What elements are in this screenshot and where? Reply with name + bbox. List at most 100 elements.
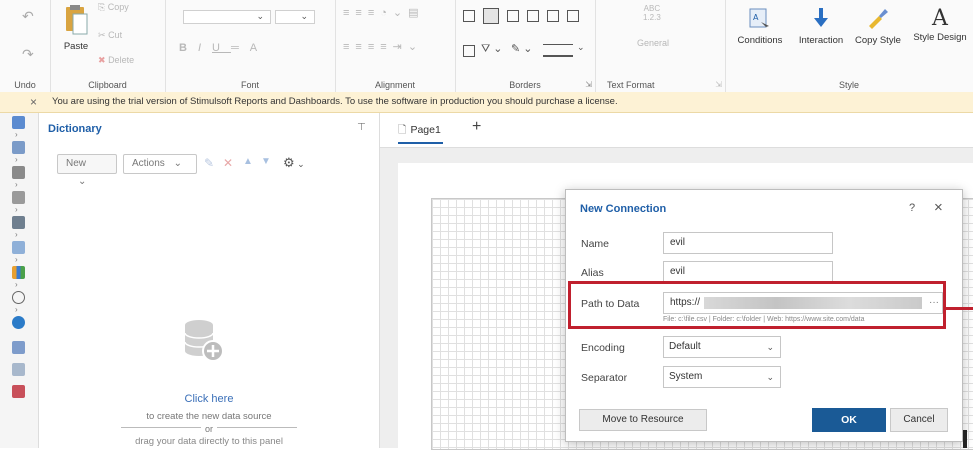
border-all-icon[interactable] — [463, 10, 475, 22]
underline-button[interactable]: U — [212, 42, 231, 54]
new-button[interactable]: New ⌄ — [57, 154, 117, 187]
font-name-combo[interactable]: ⌄ — [183, 10, 271, 24]
cursor-mark — [963, 430, 967, 448]
name-input[interactable]: evil — [663, 232, 833, 254]
border-color-icon[interactable]: ✎ ⌄ — [511, 42, 533, 55]
chevron-down-icon: ⌄ — [300, 11, 308, 21]
move-down-icon[interactable]: ▼ — [261, 156, 271, 167]
border-right-icon[interactable] — [547, 10, 559, 22]
cut-button[interactable]: ✂ Cut — [98, 30, 122, 41]
border-top-icon[interactable] — [527, 10, 539, 22]
create-datasource-text: to create the new data source — [146, 411, 272, 422]
italic-button[interactable]: I — [198, 42, 212, 54]
chevron-right-icon: › — [15, 180, 18, 189]
style-designer-label: Style Design — [913, 32, 967, 43]
chevron-right-icon: › — [15, 205, 18, 214]
edit-icon[interactable]: ✎ — [204, 156, 214, 170]
cross-band-tab-icon[interactable] — [12, 216, 25, 229]
help-icon[interactable]: ? — [909, 202, 915, 214]
alignment-label: Alignment — [374, 80, 416, 90]
border-inner-icon[interactable] — [483, 8, 499, 24]
alias-input[interactable]: evil — [663, 261, 833, 283]
dictionary-panel: Dictionary ⊤ New ⌄ Actions ⌄ ✎ ✕ ▲ ▼ ⚙ ⌄… — [39, 113, 380, 448]
highlight-box — [568, 281, 946, 329]
border-style-icon[interactable] — [543, 44, 573, 57]
encoding-label: Encoding — [581, 342, 625, 354]
ribbon: ↶ ↷ Undo Paste ⎘ Copy ✂ Cut ✖ Delete Cli… — [0, 0, 973, 93]
chevron-down-icon: ⌄ — [173, 158, 182, 169]
expand-icon[interactable]: ⇲ — [585, 80, 592, 89]
encoding-select[interactable]: Default ⌄ — [663, 336, 781, 358]
separator-select[interactable]: System ⌄ — [663, 366, 781, 388]
notice-close-icon[interactable]: × — [30, 92, 37, 112]
border-fill-icon[interactable]: ⛛ ⌄ — [481, 42, 503, 56]
border-left-icon[interactable] — [507, 10, 519, 22]
font-size-combo[interactable]: ⌄ — [275, 10, 315, 24]
style-designer-button[interactable]: A Style Design — [907, 6, 973, 43]
actions-button[interactable]: Actions ⌄ — [123, 154, 197, 174]
properties-tab-icon[interactable] — [12, 141, 25, 154]
interaction-icon — [814, 8, 828, 27]
ok-button[interactable]: OK — [812, 408, 886, 432]
report-tab-icon[interactable] — [12, 341, 25, 354]
gauge-tab-icon[interactable] — [12, 291, 25, 304]
left-icon-strip: › › › › › › › › — [0, 113, 39, 448]
trial-notice-text: You are using the trial version of Stimu… — [52, 96, 618, 107]
shape-tab-icon[interactable] — [12, 385, 25, 398]
database-add-icon[interactable] — [183, 319, 225, 363]
map-tab-icon[interactable] — [12, 316, 25, 329]
bold-button[interactable]: B — [179, 42, 198, 54]
or-text: or — [39, 424, 379, 434]
chevron-right-icon: › — [15, 305, 18, 314]
paste-icon — [66, 5, 88, 35]
border-none-icon[interactable] — [463, 45, 475, 57]
dialog-close-icon[interactable]: × — [934, 199, 943, 216]
cut-icon: ✂ — [98, 30, 106, 40]
borders-label: Borders — [509, 80, 541, 90]
tab-page1[interactable]: 🗋 Page1 — [398, 122, 443, 144]
font-group: ⌄ ⌄ BIU═A Font — [165, 0, 336, 92]
click-here-link[interactable]: Click here — [39, 393, 379, 405]
undo-label: Undo — [14, 80, 36, 90]
gear-icon[interactable]: ⚙ ⌄ — [283, 155, 305, 171]
expand-icon[interactable]: ⇲ — [715, 80, 722, 89]
align-top-row[interactable]: ≡≡≡◔⌄▤ — [343, 6, 425, 19]
copy-style-button[interactable]: Copy Style — [851, 6, 905, 46]
interaction-button[interactable]: Interaction — [791, 6, 851, 46]
move-up-icon[interactable]: ▲ — [243, 156, 253, 167]
conditions-button[interactable]: A Conditions — [731, 6, 789, 46]
strike-icon[interactable]: ═ — [231, 42, 250, 54]
move-to-resource-button[interactable]: Move to Resource — [579, 409, 707, 431]
report-tree-tab-icon[interactable] — [12, 166, 25, 179]
text-format-group: ABC 1.2.3 General Text Format ⇲ — [595, 0, 726, 92]
font-color-button[interactable]: A — [250, 42, 268, 54]
paste-label: Paste — [63, 41, 89, 52]
components-tab-icon[interactable] — [12, 241, 25, 254]
cancel-button[interactable]: Cancel — [890, 408, 948, 432]
style-designer-icon: A — [932, 6, 948, 31]
add-page-button[interactable]: + — [472, 118, 481, 136]
align-bottom-row[interactable]: ≡≡≡≡⇥⌄ — [343, 40, 423, 53]
text-format-icon[interactable]: ABC 1.2.3 — [643, 4, 661, 22]
pin-icon[interactable]: ⊤ — [357, 122, 366, 133]
separator-label: Separator — [581, 372, 628, 384]
delete-button[interactable]: ✖ Delete — [98, 55, 134, 66]
delete-icon[interactable]: ✕ — [223, 156, 233, 170]
style-label: Style — [838, 80, 859, 90]
chevron-down-icon[interactable]: ⌄ — [577, 42, 585, 53]
interaction-label: Interaction — [798, 35, 844, 46]
border-bottom-icon[interactable] — [567, 10, 579, 22]
chart-tab-icon[interactable] — [12, 266, 25, 279]
chevron-right-icon: › — [15, 130, 18, 139]
copy-button[interactable]: ⎘ Copy — [98, 2, 129, 13]
trial-notice-bar: × You are using the trial version of Sti… — [0, 92, 973, 113]
band-tab-icon[interactable] — [12, 191, 25, 204]
paste-button[interactable]: Paste — [56, 4, 96, 52]
borders-group: ⛛ ⌄ ✎ ⌄ ⌄ Borders ⇲ — [455, 0, 596, 92]
dictionary-tab-icon[interactable] — [12, 116, 25, 129]
redo-icon[interactable]: ↷ — [22, 46, 34, 63]
font-label: Font — [240, 80, 259, 90]
undo-icon[interactable]: ↶ — [22, 8, 34, 25]
general-format-button[interactable]: General — [637, 38, 669, 48]
table-tab-icon[interactable] — [12, 363, 25, 376]
